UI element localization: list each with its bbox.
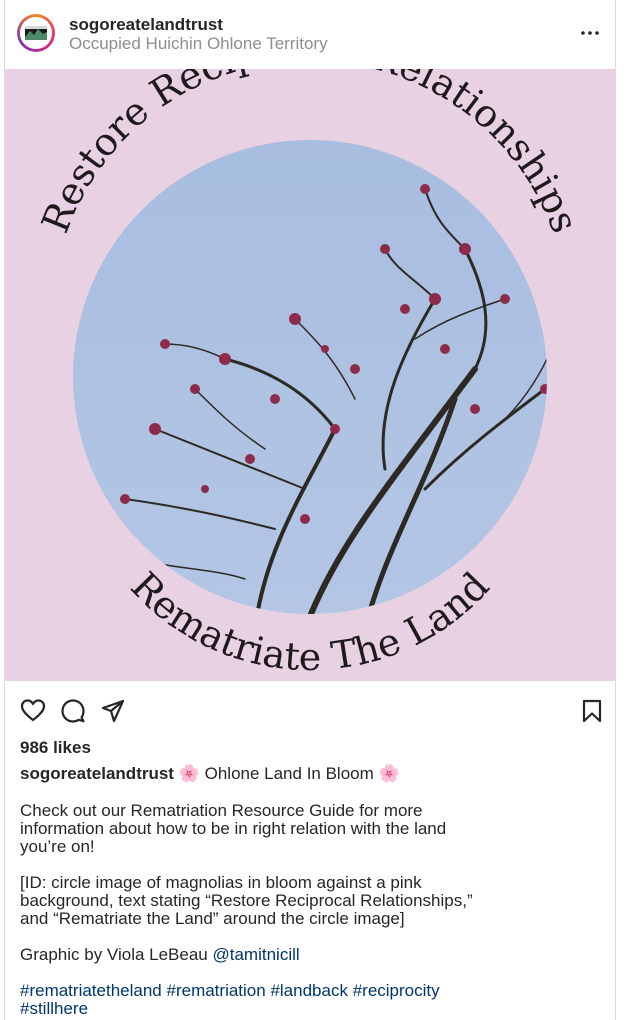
caption-paragraph-2: [ID: circle image of magnolias in bloom … [20, 874, 590, 928]
hashtags: #rematriatetheland #rematriation #landba… [20, 982, 590, 1018]
post-username[interactable]: sogoreatelandtrust [69, 15, 223, 35]
hashtag-link[interactable]: #rematriation [167, 981, 266, 1000]
caption-line: background, text stating “Restore Recipr… [20, 891, 473, 910]
caption-line: Check out our Rematriation Resource Guid… [20, 801, 423, 820]
action-bar [5, 698, 615, 728]
hashtag-link[interactable]: #reciprocity [353, 981, 440, 1000]
hashtag-link[interactable]: #stillhere [20, 999, 88, 1018]
caption-credit: Graphic by Viola LeBeau @tamitnicill [20, 946, 590, 964]
caption-title: 🌸 Ohlone Land In Bloom 🌸 [178, 764, 400, 783]
mention-link[interactable]: @tamitnicill [213, 945, 300, 964]
caption-line: you’re on! [20, 837, 95, 856]
post-image[interactable]: Restore Reciprocal Relationships Rematri… [5, 69, 615, 681]
caption-title-line: sogoreatelandtrust 🌸 Ohlone Land In Bloo… [20, 764, 400, 784]
avatar-logo [20, 17, 52, 49]
hashtag-link[interactable]: #landback [270, 981, 348, 1000]
caption-line: and “Rematriate the Land” around the cir… [20, 909, 405, 928]
bookmark-icon[interactable] [579, 698, 605, 724]
more-options-icon[interactable] [579, 22, 601, 44]
caption-paragraph-1: Check out our Rematriation Resource Guid… [20, 802, 590, 856]
hashtag-link[interactable]: #rematriatetheland [20, 981, 162, 1000]
comment-icon[interactable] [60, 698, 86, 724]
post-location[interactable]: Occupied Huichin Ohlone Territory [69, 34, 328, 54]
post-header: sogoreatelandtrust Occupied Huichin Ohlo… [5, 0, 615, 68]
instagram-post: sogoreatelandtrust Occupied Huichin Ohlo… [4, 0, 616, 1020]
share-icon[interactable] [100, 698, 126, 724]
caption-line: [ID: circle image of magnolias in bloom … [20, 873, 422, 892]
caption-line: information about how to be in right rel… [20, 819, 447, 838]
likes-count[interactable]: 986 likes [20, 738, 91, 758]
credit-text: Graphic by Viola LeBeau [20, 945, 208, 964]
heart-icon[interactable] [20, 698, 46, 724]
avatar[interactable] [17, 14, 55, 52]
caption-username[interactable]: sogoreatelandtrust [20, 764, 174, 783]
